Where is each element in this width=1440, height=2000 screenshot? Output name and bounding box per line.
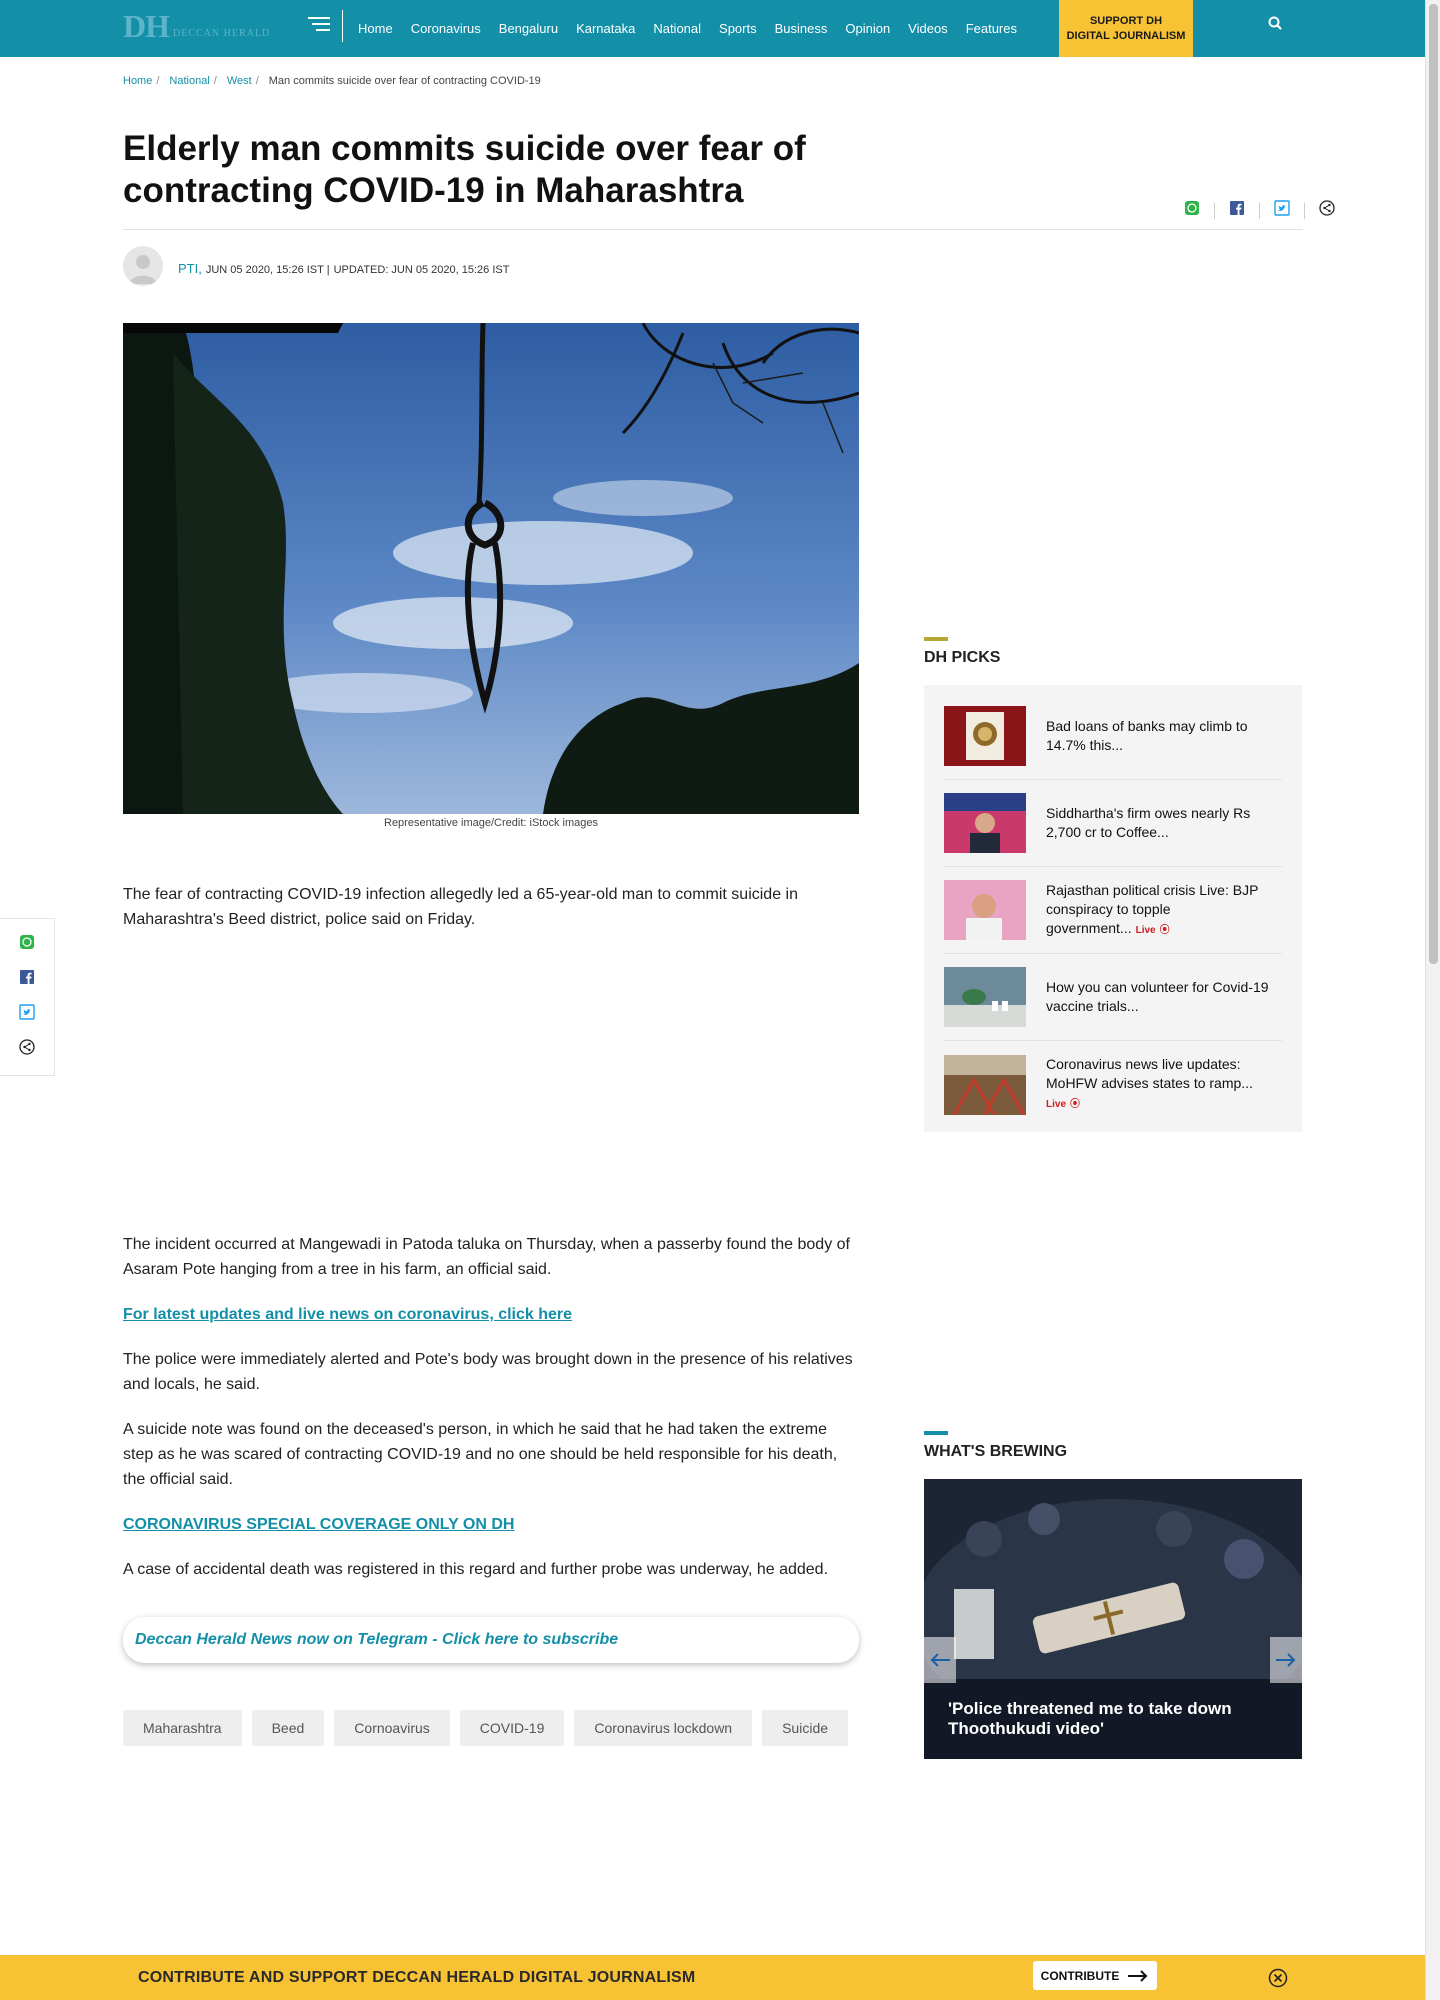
arrow-left-icon (930, 1653, 950, 1667)
published-time: JUN 05 2020, 15:26 IST | (205, 264, 330, 276)
close-icon[interactable] (1268, 1968, 1288, 1988)
pick-thumbnail (944, 706, 1026, 766)
contribute-button[interactable]: CONTRIBUTE (1033, 1961, 1157, 1990)
nav-features[interactable]: Features (966, 21, 1017, 36)
page-scrollbar[interactable] (1425, 0, 1440, 2000)
updated-time: UPDATED: JUN 05 2020, 15:26 IST (333, 264, 510, 276)
list-item[interactable]: Bad loans of banks may climb to 14.7% th… (944, 693, 1282, 780)
pick-title: Rajasthan political crisis Live: BJP con… (1046, 881, 1259, 936)
scrollbar-thumb[interactable] (1429, 4, 1438, 964)
tag-maharashtra[interactable]: Maharashtra (123, 1710, 242, 1746)
contribute-text: CONTRIBUTE AND SUPPORT DECCAN HERALD DIG… (138, 1969, 696, 1986)
paragraph: The fear of contracting COVID-19 infecti… (123, 886, 798, 928)
coronavirus-coverage-link[interactable]: CORONAVIRUS SPECIAL COVERAGE ONLY ON DH (123, 1516, 514, 1533)
floating-share-bar (0, 918, 55, 1076)
pick-thumbnail (944, 967, 1026, 1027)
list-item[interactable]: How you can volunteer for Covid-19 vacci… (944, 954, 1282, 1041)
facebook-icon[interactable] (1229, 200, 1245, 221)
carousel-prev-button[interactable] (924, 1637, 956, 1683)
hamburger-icon[interactable] (308, 17, 330, 35)
contribute-label: CONTRIBUTE (1040, 1968, 1120, 1983)
arrow-right-icon (1276, 1653, 1296, 1667)
brewing-headline[interactable]: 'Police threatened me to take down Thoot… (948, 1699, 1268, 1739)
author-link[interactable]: PTI, (178, 261, 202, 276)
main-nav: Home Coronavirus Bengaluru Karnataka Nat… (358, 0, 1035, 57)
nav-home[interactable]: Home (358, 21, 393, 36)
nav-national[interactable]: National (653, 21, 701, 36)
site-logo[interactable]: DH DECCAN HERALD (123, 10, 270, 42)
article-tags: Maharashtra Beed Cornoavirus COVID-19 Co… (123, 1710, 859, 1746)
share-bar-top (1184, 200, 1335, 221)
live-dot-icon: ⦿ (1159, 924, 1170, 936)
article-body-intro: The fear of contracting COVID-19 infecti… (123, 882, 859, 952)
share-icon[interactable] (19, 1039, 35, 1060)
logo-name: DECCAN HERALD (173, 28, 271, 39)
contribute-banner: CONTRIBUTE AND SUPPORT DECCAN HERALD DIG… (0, 1955, 1425, 2000)
whats-brewing-carousel[interactable]: 'Police threatened me to take down Thoot… (924, 1479, 1302, 1759)
live-badge: Live (1046, 1099, 1067, 1110)
paragraph: A suicide note was found on the deceased… (123, 1421, 838, 1488)
live-dot-icon: ⦿ (1070, 1099, 1081, 1110)
twitter-icon[interactable] (19, 1004, 35, 1025)
article-title: Elderly man commits suicide over fear of… (123, 129, 806, 210)
tag-covid-19[interactable]: COVID-19 (459, 1710, 565, 1746)
list-item[interactable]: Coronavirus news live updates: MoHFW adv… (944, 1041, 1282, 1128)
pick-title: Coronavirus news live updates: MoHFW adv… (1046, 1056, 1253, 1110)
header-divider (342, 10, 343, 42)
nav-videos[interactable]: Videos (908, 21, 948, 36)
carousel-next-button[interactable] (1270, 1637, 1302, 1683)
pick-thumbnail (944, 880, 1026, 940)
whats-brewing-heading: WHAT'S BREWING (924, 1431, 1068, 1460)
paragraph: The incident occurred at Mangewadi in Pa… (123, 1236, 850, 1278)
whatsapp-icon[interactable] (1184, 200, 1200, 221)
top-navigation-bar: DH DECCAN HERALD Home Coronavirus Bengal… (0, 0, 1425, 57)
article-body: The incident occurred at Mangewadi in Pa… (123, 1232, 859, 1602)
facebook-icon[interactable] (19, 969, 35, 990)
paragraph: The police were immediately alerted and … (123, 1351, 853, 1393)
nav-opinion[interactable]: Opinion (845, 21, 890, 36)
search-icon[interactable] (1266, 14, 1286, 34)
support-line-1: SUPPORT DH (1089, 14, 1163, 27)
pick-thumbnail (944, 793, 1026, 853)
tag-suicide[interactable]: Suicide (762, 1710, 849, 1746)
nav-business[interactable]: Business (775, 21, 828, 36)
breadcrumb-west[interactable]: West (227, 75, 252, 87)
nav-coronavirus[interactable]: Coronavirus (411, 21, 481, 36)
list-item[interactable]: Rajasthan political crisis Live: BJP con… (944, 867, 1282, 954)
pick-title: Bad loans of banks may climb to 14.7% th… (1046, 718, 1248, 753)
share-icon[interactable] (1319, 200, 1335, 221)
nav-karnataka[interactable]: Karnataka (576, 21, 635, 36)
paragraph: A case of accidental death was registere… (123, 1561, 829, 1578)
coronavirus-updates-link[interactable]: For latest updates and live news on coro… (123, 1306, 572, 1323)
dh-picks-list: Bad loans of banks may climb to 14.7% th… (924, 685, 1302, 1132)
list-item[interactable]: Siddhartha's firm owes nearly Rs 2,700 c… (944, 780, 1282, 867)
live-badge: Live (1135, 924, 1156, 936)
telegram-subscribe-link[interactable]: Deccan Herald News now on Telegram - Cli… (123, 1617, 859, 1663)
tag-cornoavirus[interactable]: Cornoavirus (334, 1710, 450, 1746)
pick-title: Siddhartha's firm owes nearly Rs 2,700 c… (1046, 805, 1251, 840)
tag-coronavirus-lockdown[interactable]: Coronavirus lockdown (574, 1710, 753, 1746)
author-avatar (123, 246, 163, 286)
title-divider (123, 229, 1303, 230)
pick-title: How you can volunteer for Covid-19 vacci… (1046, 979, 1269, 1014)
twitter-icon[interactable] (1274, 200, 1290, 221)
support-line-2: DIGITAL JOURNALISM (1066, 29, 1186, 42)
whatsapp-icon[interactable] (19, 934, 35, 955)
article-hero-image (123, 323, 859, 814)
arrow-right-icon (1128, 1969, 1148, 1982)
breadcrumb-national[interactable]: National (169, 75, 209, 87)
pick-thumbnail (944, 1054, 1026, 1115)
breadcrumb-current: Man commits suicide over fear of contrac… (268, 75, 541, 87)
nav-sports[interactable]: Sports (719, 21, 757, 36)
breadcrumb-home[interactable]: Home (123, 75, 152, 87)
byline: PTI, JUN 05 2020, 15:26 IST | UPDATED: J… (178, 261, 509, 276)
image-caption: Representative image/Credit: iStock imag… (384, 817, 598, 829)
nav-bengaluru[interactable]: Bengaluru (499, 21, 558, 36)
support-dh-button[interactable]: SUPPORT DH DIGITAL JOURNALISM (1059, 0, 1193, 57)
logo-mark: DH (123, 8, 170, 44)
breadcrumb: Home / National / West / Man commits suicid… (123, 75, 541, 87)
dh-picks-heading: DH PICKS (924, 637, 1001, 666)
tag-beed[interactable]: Beed (251, 1710, 325, 1746)
